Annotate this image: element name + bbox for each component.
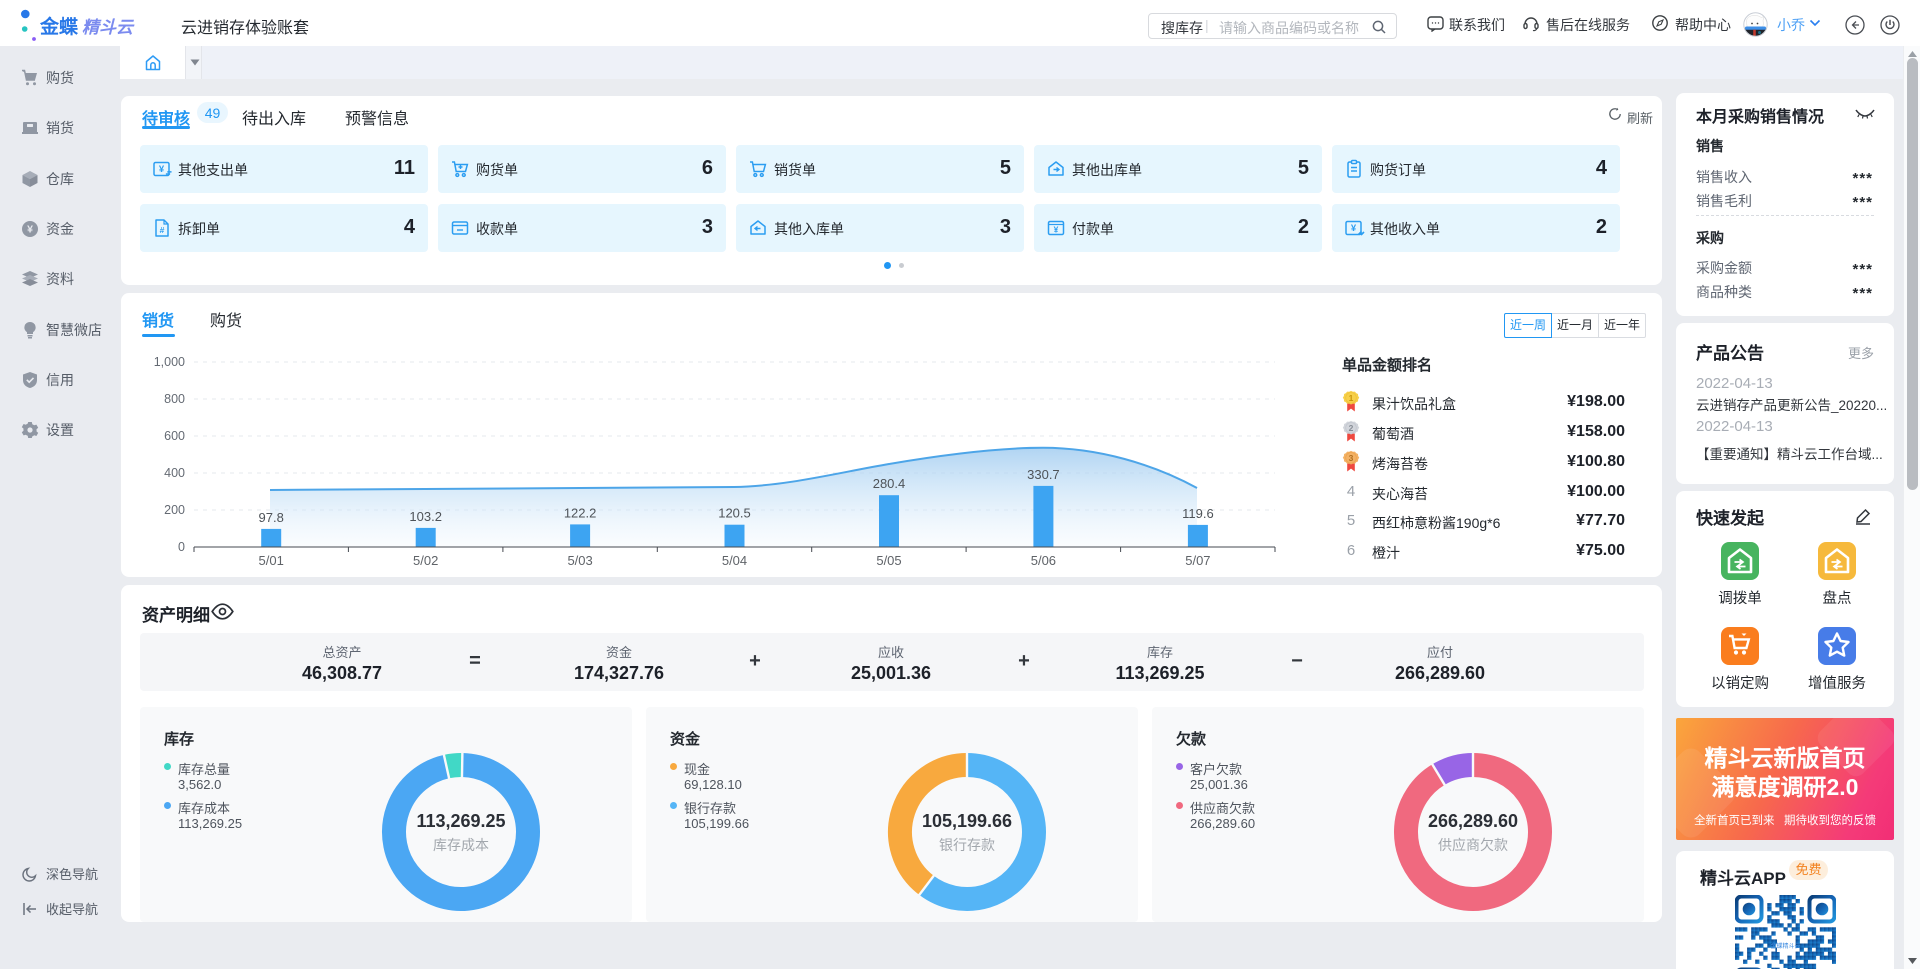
- svg-text:119.6: 119.6: [1182, 506, 1214, 521]
- svg-text:2: 2: [1349, 423, 1354, 433]
- svg-text:5/06: 5/06: [1031, 553, 1056, 568]
- svg-text:¥: ¥: [159, 164, 165, 175]
- svg-text:金蝶精斗云: 金蝶精斗云: [1770, 942, 1800, 950]
- svg-text:122.2: 122.2: [564, 505, 597, 520]
- svg-text:¥: ¥: [27, 224, 33, 236]
- svg-text:5/02: 5/02: [413, 553, 438, 568]
- svg-text:800: 800: [164, 392, 185, 406]
- svg-text:¥: ¥: [1351, 223, 1357, 234]
- svg-text:5/03: 5/03: [567, 553, 592, 568]
- svg-text:5/04: 5/04: [722, 553, 747, 568]
- svg-text:400: 400: [164, 466, 185, 480]
- svg-text:1: 1: [1349, 393, 1354, 403]
- svg-text:5/07: 5/07: [1185, 553, 1210, 568]
- svg-text:#: #: [160, 225, 165, 235]
- svg-text:97.8: 97.8: [259, 510, 284, 525]
- svg-text:330.7: 330.7: [1027, 467, 1060, 482]
- svg-text:5/01: 5/01: [259, 553, 284, 568]
- svg-text:200: 200: [164, 503, 185, 517]
- svg-text:103.2: 103.2: [409, 509, 442, 524]
- svg-text:5/05: 5/05: [876, 553, 901, 568]
- svg-text:1,000: 1,000: [154, 355, 185, 369]
- svg-text:120.5: 120.5: [718, 506, 751, 521]
- svg-text:280.4: 280.4: [873, 476, 906, 491]
- svg-text:0: 0: [178, 540, 185, 554]
- svg-text:600: 600: [164, 429, 185, 443]
- svg-text:3: 3: [1349, 453, 1354, 463]
- svg-text:¥: ¥: [1054, 225, 1059, 235]
